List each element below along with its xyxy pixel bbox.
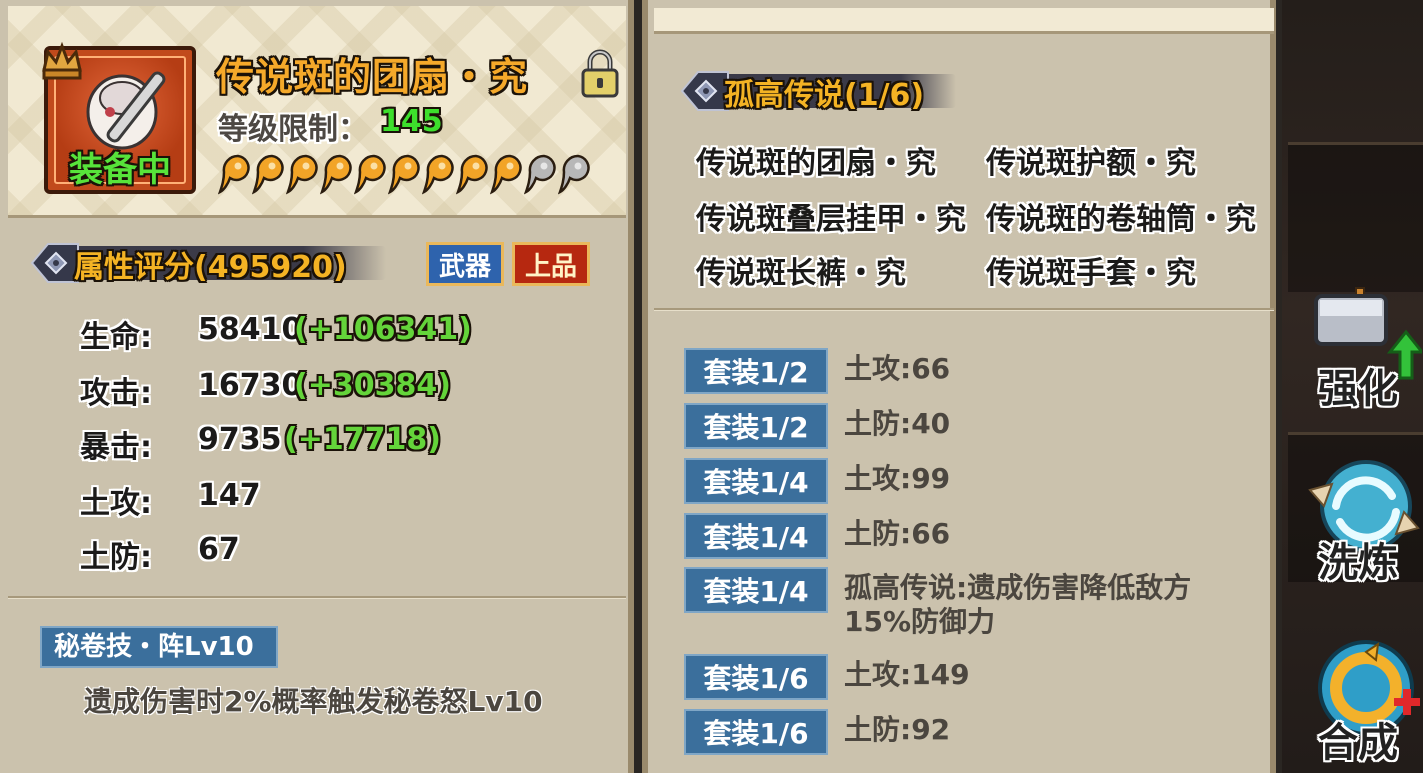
equipped-label: 装备中 (69, 150, 171, 190)
stat-label: 土攻: (80, 486, 152, 521)
magatama-filled-icon (422, 154, 454, 195)
synthesize-button[interactable]: 合成 (1306, 636, 1422, 773)
set-bonus-badge: 套装1/2 (684, 348, 828, 394)
side-menu: 强化 洗炼 合成 (1282, 0, 1423, 773)
magatama-filled-icon (456, 154, 488, 195)
magatama-filled-icon (320, 154, 352, 195)
enhance-button[interactable]: 强化 (1306, 282, 1422, 422)
refine-label: 洗炼 (1318, 540, 1398, 586)
divider (8, 596, 626, 599)
set-piece: 传说斑叠层挂甲・究 (696, 202, 966, 237)
set-title: 孤高传说(1/6) (724, 78, 925, 113)
rank-crown-icon (42, 41, 82, 80)
stat-label: 攻击: (80, 376, 152, 411)
magatama-empty-icon (524, 154, 556, 195)
stat-value: 147 (198, 478, 261, 513)
set-bonus-badge: 套装1/6 (684, 654, 828, 700)
item-name: 传说斑的团扇・究 (216, 55, 529, 99)
set-header: 孤高传说(1/6) (678, 68, 958, 114)
attribute-score-title: 属性评分(495920) (74, 250, 347, 285)
set-piece: 传说斑长裤・究 (696, 256, 906, 291)
magatama-filled-icon (252, 154, 284, 195)
magatama-filled-icon (388, 154, 420, 195)
level-requirement-label: 等级限制： (218, 112, 368, 147)
magatama-filled-icon (354, 154, 386, 195)
synthesize-label: 合成 (1318, 720, 1398, 766)
set-piece: 传说斑护额・究 (986, 146, 1196, 181)
stat-bonus: (+17718) (284, 422, 441, 457)
set-bonus-text: 土防:66 (844, 517, 951, 550)
set-bonus-badge: 套装1/4 (684, 458, 828, 504)
set-bonus-badge: 套装1/6 (684, 709, 828, 755)
stat-bonus: (+106341) (294, 312, 472, 347)
set-piece: 传说斑手套・究 (986, 256, 1196, 291)
enhance-label: 强化 (1318, 366, 1398, 412)
attribute-score-header: 属性评分(495920) (28, 240, 388, 286)
set-bonus-text: 土攻:149 (844, 658, 970, 691)
item-detail-panel: 装备中 传说斑的团扇・究 等级限制： 145 属性评分(495920) 武器 上… (0, 0, 634, 773)
set-bonus-text: 土防:40 (844, 407, 951, 440)
stat-label: 土防: (80, 540, 152, 575)
stat-label: 暴击: (80, 430, 152, 465)
magatama-filled-icon (218, 154, 250, 195)
set-bonus-text: 孤高传说:遗成伤害降低敌方15%防御力 (844, 571, 1192, 638)
stat-value: 9735 (198, 422, 282, 457)
set-bonus-panel: 孤高传说(1/6) 传说斑的团扇・究 传说斑护额・究 传说斑叠层挂甲・究 传说斑… (642, 0, 1276, 773)
refine-button[interactable]: 洗炼 (1306, 456, 1422, 596)
scroll-skill-description: 遗成伤害时2%概率触发秘卷怒Lv10 (84, 685, 543, 718)
divider (654, 308, 1274, 311)
item-header: 装备中 传说斑的团扇・究 等级限制： 145 (8, 6, 626, 218)
set-bonus-badge: 套装1/4 (684, 567, 828, 613)
stat-value: 58410 (198, 312, 303, 347)
set-piece: 传说斑的卷轴筒・究 (986, 202, 1256, 237)
set-bonus-text: 土攻:66 (844, 352, 951, 385)
stat-bonus: (+30384) (294, 368, 451, 403)
lock-icon[interactable] (578, 48, 622, 98)
item-type-badge: 武器 (426, 242, 504, 286)
set-bonus-badge: 套装1/4 (684, 513, 828, 559)
star-rating (218, 152, 591, 196)
set-piece: 传说斑的团扇・究 (696, 146, 936, 181)
level-requirement-value: 145 (380, 104, 443, 139)
stat-value: 67 (198, 532, 240, 567)
set-bonus-text: 土防:92 (844, 713, 951, 746)
magatama-filled-icon (490, 154, 522, 195)
stat-label: 生命: (80, 320, 152, 355)
set-bonus-badge: 套装1/2 (684, 403, 828, 449)
magatama-empty-icon (558, 154, 590, 195)
scroll-skill-badge: 秘卷技・阵Lv10 (40, 626, 278, 668)
stat-value: 16730 (198, 368, 303, 403)
magatama-filled-icon (286, 154, 318, 195)
item-quality-badge: 上品 (512, 242, 590, 286)
panel-top-bar (654, 8, 1274, 34)
set-bonus-text: 土攻:99 (844, 462, 951, 495)
